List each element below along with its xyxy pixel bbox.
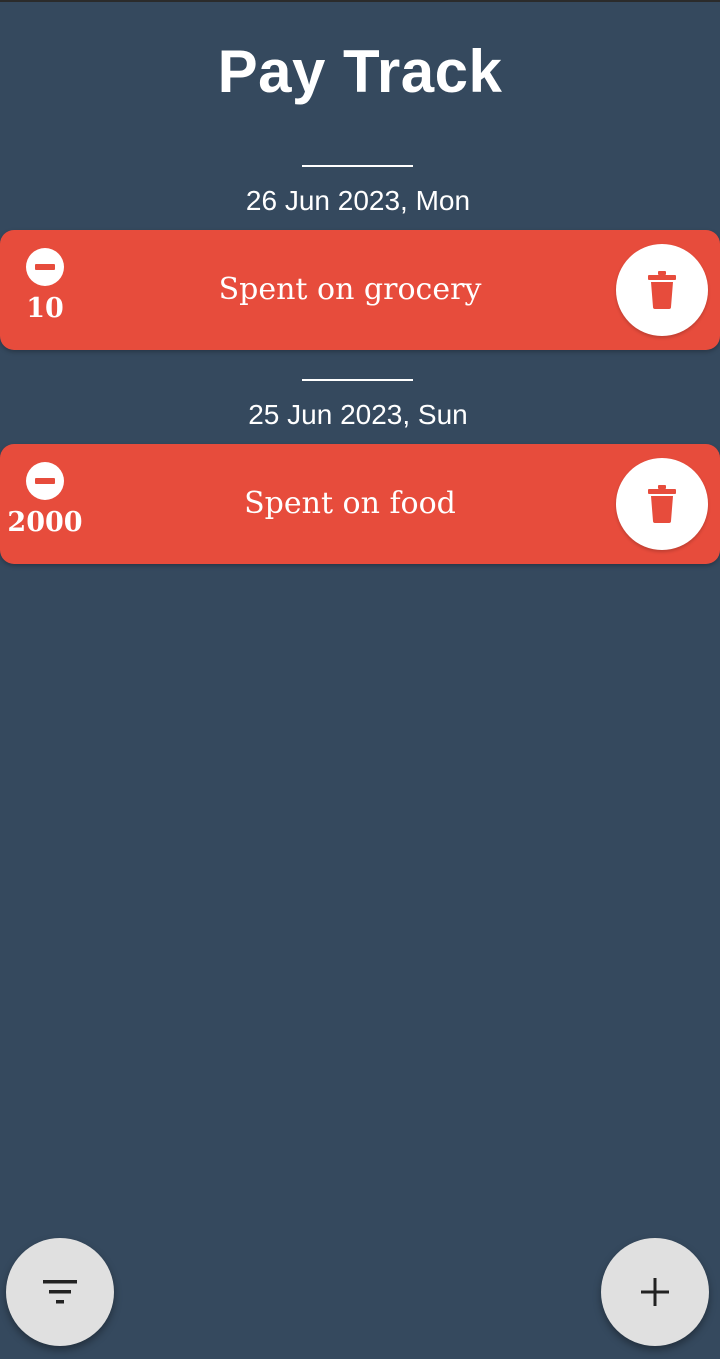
minus-circle-icon — [26, 248, 64, 286]
date-divider — [302, 165, 413, 167]
filter-icon — [43, 1280, 77, 1304]
date-divider — [302, 379, 413, 381]
trash-icon — [648, 485, 676, 523]
transaction-amount: 2000 — [7, 507, 83, 538]
status-bar-edge — [0, 0, 720, 2]
add-transaction-button[interactable] — [601, 1238, 709, 1346]
transaction-amount: 10 — [26, 293, 64, 324]
date-label: 25 Jun 2023, Sun — [248, 399, 468, 430]
trash-icon — [648, 271, 676, 309]
transaction-description: Spent on grocery — [218, 272, 482, 307]
date-label: 26 Jun 2023, Mon — [245, 185, 471, 216]
filter-button[interactable] — [6, 1238, 114, 1346]
page-title: Pay Track — [217, 38, 503, 105]
delete-button[interactable] — [616, 244, 708, 336]
transaction-card[interactable]: 2000 Spent on food — [0, 444, 720, 564]
transaction-card[interactable]: 10 Spent on grocery — [0, 230, 720, 350]
plus-icon — [641, 1278, 669, 1306]
delete-button[interactable] — [616, 458, 708, 550]
minus-circle-icon — [26, 462, 64, 500]
transaction-description: Spent on food — [244, 486, 456, 521]
